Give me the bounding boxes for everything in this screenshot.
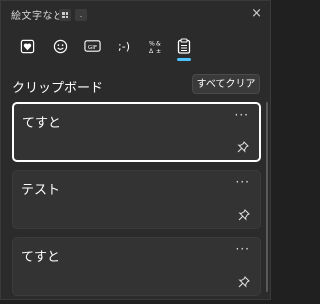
panel-title: 絵文字など xyxy=(11,11,64,22)
symbols-icon: % & Δ ± xyxy=(148,40,160,54)
clipboard-item[interactable]: てすと ··· xyxy=(12,237,261,296)
windows-key-icon xyxy=(59,9,71,21)
clipboard-icon xyxy=(177,38,191,54)
svg-text:&: & xyxy=(155,40,160,47)
close-icon[interactable]: × xyxy=(251,6,262,21)
svg-text:%: % xyxy=(148,40,154,47)
clear-all-button[interactable]: すべてクリア xyxy=(192,74,260,94)
gif-icon: GIF xyxy=(83,40,101,52)
svg-text:Δ: Δ xyxy=(148,48,153,54)
heart-sticker-icon xyxy=(20,39,34,53)
clipboard-title: クリップボード xyxy=(12,81,104,96)
gif-label: GIF xyxy=(87,45,96,51)
clipboard-item-text: てすと xyxy=(22,116,62,131)
tab-stickers[interactable] xyxy=(16,35,38,57)
pin-icon[interactable] xyxy=(237,141,249,153)
emoji-icon xyxy=(53,39,67,53)
pin-icon[interactable] xyxy=(238,276,250,288)
kaomoji-icon: ;-) xyxy=(118,39,130,53)
clipboard-item-text: テスト xyxy=(21,183,61,198)
clipboard-item[interactable]: テスト ··· xyxy=(12,170,261,229)
svg-text:±: ± xyxy=(155,48,160,54)
clipboard-item-text: てすと xyxy=(21,250,61,265)
scrollbar[interactable] xyxy=(266,102,268,292)
tab-gif[interactable]: GIF xyxy=(81,35,103,57)
more-options-icon[interactable]: ··· xyxy=(235,108,249,122)
selected-tab-indicator xyxy=(177,58,191,61)
clipboard-list: てすと ··· テスト ··· てすと ··· xyxy=(12,102,261,304)
title-bar: 絵文字など . × xyxy=(1,1,270,27)
clipboard-item[interactable]: てすと ··· xyxy=(12,102,261,162)
tab-kaomoji[interactable]: ;-) xyxy=(113,35,135,57)
more-options-icon[interactable]: ··· xyxy=(236,242,250,256)
tab-emoji[interactable] xyxy=(49,35,71,57)
tab-symbols[interactable]: % & Δ ± xyxy=(144,35,166,57)
period-key-icon: . xyxy=(75,9,87,21)
more-options-icon[interactable]: ··· xyxy=(236,175,250,189)
tab-clipboard[interactable] xyxy=(173,35,195,57)
emoji-panel: 絵文字など . × GIF ;-) % & Δ ± クリップボード すべてクリア… xyxy=(0,0,271,300)
pin-icon[interactable] xyxy=(238,209,250,221)
category-tabs: GIF ;-) % & Δ ± xyxy=(1,31,270,61)
